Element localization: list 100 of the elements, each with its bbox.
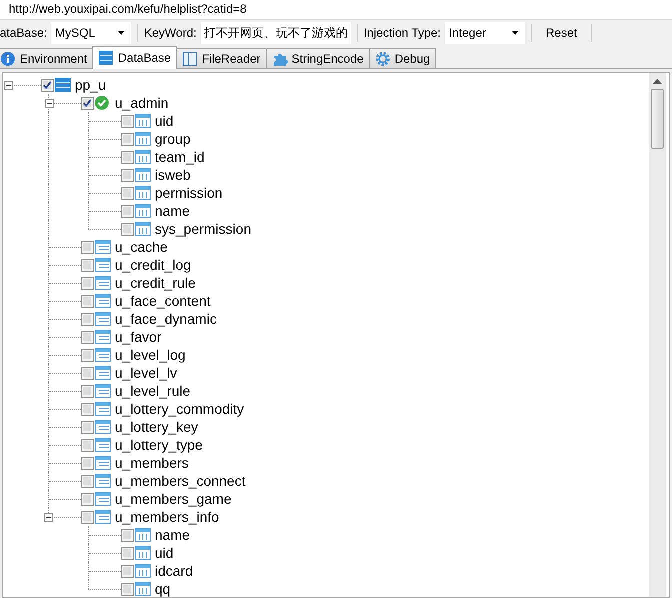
table-icon — [94, 437, 112, 453]
table-icon — [134, 167, 152, 183]
table-icon — [134, 113, 152, 129]
checkbox[interactable] — [81, 258, 94, 272]
table-icon — [134, 131, 152, 147]
table-icon — [94, 275, 112, 291]
table-icon — [94, 329, 112, 345]
tree-node-label[interactable]: permission — [155, 185, 223, 201]
table-icon — [94, 473, 112, 489]
tree-node-label[interactable]: uid — [155, 113, 174, 129]
table-icon — [94, 293, 112, 309]
checkbox[interactable] — [81, 240, 94, 254]
tree-node-label[interactable]: name — [155, 203, 190, 219]
checkbox[interactable] — [121, 564, 134, 578]
tab[interactable]: Environment — [0, 48, 94, 68]
tree-node-label[interactable]: u_lottery_type — [115, 437, 203, 453]
database-icon — [54, 77, 72, 93]
gear-icon — [374, 50, 391, 66]
tree-node-label[interactable]: group — [155, 131, 191, 147]
table-icon — [94, 383, 112, 399]
checkbox[interactable] — [121, 132, 134, 146]
scrollbar-thumb[interactable] — [651, 89, 664, 149]
checkbox[interactable] — [81, 276, 94, 290]
vertical-scrollbar[interactable] — [649, 73, 666, 597]
tree-node-label[interactable]: u_credit_log — [115, 257, 192, 273]
checkbox[interactable] — [121, 186, 134, 200]
tree-node-label[interactable]: u_level_rule — [115, 383, 190, 399]
caret-icon — [118, 31, 126, 35]
checkbox[interactable] — [81, 474, 94, 488]
tree-node-label[interactable]: u_level_lv — [115, 365, 178, 381]
checkbox[interactable] — [81, 456, 94, 470]
checkbox[interactable] — [81, 366, 94, 380]
injection-type-dropdown[interactable]: Integer — [445, 22, 526, 44]
tree-node-label[interactable]: name — [155, 527, 190, 543]
table-icon — [94, 311, 112, 327]
tree-node-label[interactable]: u_lottery_key — [115, 419, 198, 435]
caret-icon — [512, 31, 520, 35]
database-label: ataBase: — [0, 26, 48, 40]
injection-type-label: Injection Type: — [364, 26, 442, 40]
table-icon — [134, 149, 152, 165]
collapse-toggle-icon[interactable] — [44, 513, 53, 522]
tree-node-label[interactable]: u_members_game — [115, 491, 232, 507]
scroll-up-icon[interactable] — [653, 79, 662, 84]
database-icon — [98, 50, 114, 66]
checkbox[interactable] — [121, 114, 134, 128]
checkbox[interactable] — [81, 348, 94, 362]
tab[interactable]: Debug — [368, 48, 436, 68]
checkbox[interactable] — [81, 510, 94, 524]
tree-node-label[interactable]: isweb — [155, 167, 191, 183]
tree-node-label[interactable]: qq — [155, 581, 171, 597]
checkbox[interactable] — [121, 150, 134, 164]
tree-node-label[interactable]: idcard — [155, 563, 194, 579]
tree-node-label[interactable]: u_members_info — [115, 509, 220, 525]
tree-node-label[interactable]: u_credit_rule — [115, 275, 196, 291]
checkbox[interactable] — [121, 204, 134, 218]
checkbox[interactable] — [121, 222, 134, 236]
tree-node-label[interactable]: u_lottery_commodity — [115, 401, 244, 417]
table-icon — [134, 203, 152, 219]
checkbox[interactable] — [81, 312, 94, 326]
checkbox[interactable] — [121, 528, 134, 542]
tree-node-label[interactable]: u_members — [115, 455, 189, 471]
checkbox[interactable] — [121, 582, 134, 596]
checkbox[interactable] — [81, 96, 94, 110]
tree-node-label[interactable]: team_id — [155, 149, 205, 165]
tree-node-label[interactable]: pp_u — [75, 77, 106, 93]
reset-button[interactable]: Reset — [538, 24, 586, 42]
tree-node-label[interactable]: u_cache — [115, 239, 168, 255]
checkbox[interactable] — [121, 168, 134, 182]
checkbox[interactable] — [81, 492, 94, 506]
table-icon — [94, 365, 112, 381]
checkbox[interactable] — [81, 330, 94, 344]
keyword-field[interactable]: 打不开网页、玩不了游戏的 — [200, 22, 351, 44]
table-icon — [134, 527, 152, 543]
table-icon — [94, 257, 112, 273]
collapse-toggle-icon[interactable] — [45, 99, 54, 108]
checkbox[interactable] — [81, 294, 94, 308]
table-icon — [134, 545, 152, 561]
tab[interactable]: FileReader — [176, 48, 267, 68]
table-icon — [94, 455, 112, 471]
tree-node-label[interactable]: uid — [155, 545, 174, 561]
table-icon — [94, 401, 112, 417]
tree-node-label[interactable]: u_members_connect — [115, 473, 246, 489]
tree-node-label[interactable]: u_favor — [115, 329, 162, 345]
tree-node-label[interactable]: u_face_content — [115, 293, 211, 309]
collapse-toggle-icon[interactable] — [4, 81, 13, 90]
checkbox[interactable] — [81, 420, 94, 434]
tree-node-label[interactable]: sys_permission — [155, 221, 252, 237]
tree-node-label[interactable]: u_admin — [115, 95, 169, 111]
checkbox[interactable] — [81, 402, 94, 416]
tree-node-label[interactable]: u_face_dynamic — [115, 311, 217, 327]
address-bar[interactable]: http://web.youxipai.com/kefu/helplist?catid=8 — [0, 0, 672, 20]
database-dropdown[interactable]: MySQL — [51, 22, 132, 44]
checkbox[interactable] — [121, 546, 134, 560]
tree-node-label[interactable]: u_level_log — [115, 347, 186, 363]
table-icon — [134, 185, 152, 201]
checkbox[interactable] — [81, 384, 94, 398]
tab[interactable]: StringEncode — [266, 48, 370, 68]
checkbox[interactable] — [41, 78, 54, 92]
checkbox[interactable] — [81, 438, 94, 452]
tab[interactable]: DataBase — [92, 46, 178, 69]
